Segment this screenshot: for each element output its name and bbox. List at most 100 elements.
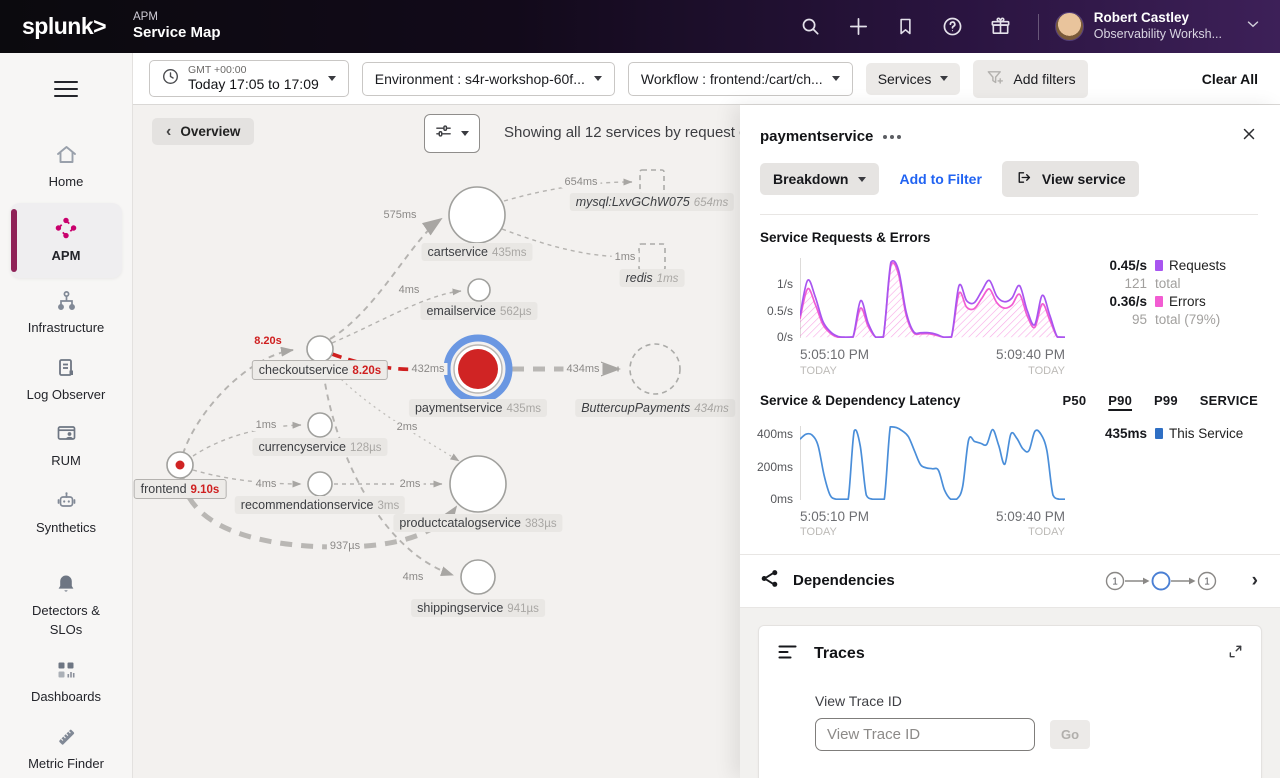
tab-p90[interactable]: P90 [1108,393,1132,408]
latency-section: Service & Dependency Latency P50 P90 P99… [740,378,1280,540]
sidebar-item-infrastructure[interactable]: Infrastructure [0,280,132,347]
map-node-recommendationservice[interactable] [308,472,332,496]
map-node-checkoutservice[interactable] [307,336,333,362]
sidebar-item-home[interactable]: Home [0,134,132,201]
search-icon[interactable] [799,15,822,38]
clear-all-button[interactable]: Clear All [1202,71,1258,87]
map-node-frontend[interactable] [167,452,193,478]
top-nav: splunk> APM Service Map Robert Castley O… [0,0,1280,53]
map-status-text: Showing all 12 services by request count [504,124,776,141]
tab-p50[interactable]: P50 [1063,393,1087,408]
sidebar-item-dashboards[interactable]: Dashboards [0,649,132,716]
x-tick-start: 5:05:10 PM [800,346,869,364]
filter-plus-icon [985,68,1004,90]
sliders-icon [435,124,452,143]
requests-errors-section: Service Requests & Errors 1/s 0.5/s 0/s … [740,215,1280,378]
x-tick-end: 5:09:40 PM [996,346,1065,364]
map-node-label-currencyservice[interactable]: currencyservice128µs [252,438,387,456]
traces-card: Traces View Trace ID Go [758,625,1262,778]
menu-icon[interactable] [52,79,80,104]
more-menu-icon[interactable] [883,135,901,139]
map-node-productcatalogservice[interactable] [450,456,506,512]
dependencies-icon [760,569,779,593]
expand-icon[interactable] [1228,644,1243,664]
latency-legend: 435ms This Service [1087,426,1243,505]
traces-title: Traces [814,645,865,663]
map-node-label-recommendationservice[interactable]: recommendationservice3ms [235,496,405,514]
overview-back-button[interactable]: ‹ Overview [152,118,254,145]
y-tick: 400ms [757,427,793,441]
caret-down-icon [832,76,840,81]
chevron-left-icon: ‹ [166,127,171,137]
map-edge [330,219,441,339]
map-node-label-shippingservice[interactable]: shippingservice941µs [411,599,545,617]
sidebar-item-apm[interactable]: APM [10,203,122,278]
breakdown-dropdown[interactable]: Breakdown [760,163,879,195]
caret-down-icon [594,76,602,81]
sidebar-item-metric-finder[interactable]: Metric Finder [0,716,132,778]
map-node-mysql[interactable] [640,170,664,194]
close-icon[interactable] [1240,125,1258,148]
sidebar-item-rum[interactable]: RUM [0,413,132,480]
breadcrumb: APM Service Map [133,10,221,43]
latency-title: Service & Dependency Latency [760,393,960,408]
view-trace-id-input[interactable] [815,718,1035,751]
environment-filter[interactable]: Environment : s4r-workshop-60f... [362,62,615,96]
bookmark-icon[interactable] [895,16,916,37]
map-node-label-productcatalogservice[interactable]: productcatalogservice383µs [393,514,562,532]
map-node-emailservice[interactable] [468,279,490,301]
map-node-label-buttercuppayments[interactable]: ButtercupPayments434ms [575,399,735,417]
home-icon [54,143,79,167]
gift-icon[interactable] [989,15,1012,38]
splunk-logo[interactable]: splunk> [0,13,133,40]
open-service-icon [1015,169,1032,189]
user-menu[interactable]: Robert Castley Observability Worksh... [1094,10,1222,43]
percentile-tabs: P50 P90 P99 SERVICE [1063,393,1258,408]
map-node-label-mysql[interactable]: mysql:LxvGChW075654ms [570,193,734,211]
map-node-label-cartservice[interactable]: cartservice435ms [422,243,533,261]
sidebar-item-detectors-slos[interactable]: Detectors & SLOs [0,563,132,649]
ruler-icon [54,725,79,749]
add-filters-button[interactable]: Add filters [973,60,1087,98]
user-org: Observability Worksh... [1094,27,1222,43]
page-title: Service Map [133,24,221,43]
y-tick: 200ms [757,460,793,474]
timezone-label: GMT +00:00 [188,64,319,77]
requests-errors-chart [800,258,1065,338]
caret-down-icon [858,177,866,182]
go-button[interactable]: Go [1050,720,1090,749]
sidebar-item-synthetics[interactable]: Synthetics [0,480,132,547]
tab-p99[interactable]: P99 [1154,393,1178,408]
map-node-label-frontend[interactable]: frontend9.10s [134,479,227,499]
dependencies-mini-diagram: 1 1 [1104,569,1226,593]
add-icon[interactable] [847,15,870,38]
y-tick: 1/s [777,277,793,291]
sidebar-item-log-observer[interactable]: Log Observer [0,347,132,414]
map-node-label-checkoutservice[interactable]: checkoutservice8.20s [252,360,388,380]
tab-service[interactable]: SERVICE [1200,393,1258,408]
map-node-label-emailservice[interactable]: emailservice562µs [420,302,537,320]
workflow-filter[interactable]: Workflow : frontend:/cart/ch... [628,62,853,96]
upstream-count: 1 [1112,576,1118,587]
time-range-picker[interactable]: GMT +00:00 Today 17:05 to 17:09 [149,60,349,97]
dependencies-row[interactable]: Dependencies 1 1 › [740,554,1280,608]
map-node-label-redis[interactable]: redis1ms [620,269,685,287]
map-node-cartservice[interactable] [449,187,505,243]
help-icon[interactable] [941,15,964,38]
services-filter[interactable]: Services [866,63,961,95]
map-display-settings-button[interactable] [424,114,480,153]
map-node-paymentservice[interactable] [447,338,509,400]
chevron-down-icon[interactable] [1244,15,1262,38]
map-node-redis[interactable] [639,244,665,270]
map-node-label-paymentservice[interactable]: paymentservice435ms [409,399,547,417]
requests-legend: 0.45/s Requests 121 total 0.36/s Errors … [1087,258,1226,343]
add-to-filter-link[interactable]: Add to Filter [899,171,981,187]
chevron-right-icon[interactable]: › [1252,570,1258,592]
user-avatar[interactable] [1055,12,1084,41]
map-node-shippingservice[interactable] [461,560,495,594]
sidebar: Home APM Infrastructure Log Observer RUM… [0,53,133,778]
view-service-button[interactable]: View service [1002,161,1139,197]
map-node-buttercuppayments[interactable] [630,344,680,394]
y-tick: 0/s [777,330,793,344]
map-node-currencyservice[interactable] [308,413,332,437]
